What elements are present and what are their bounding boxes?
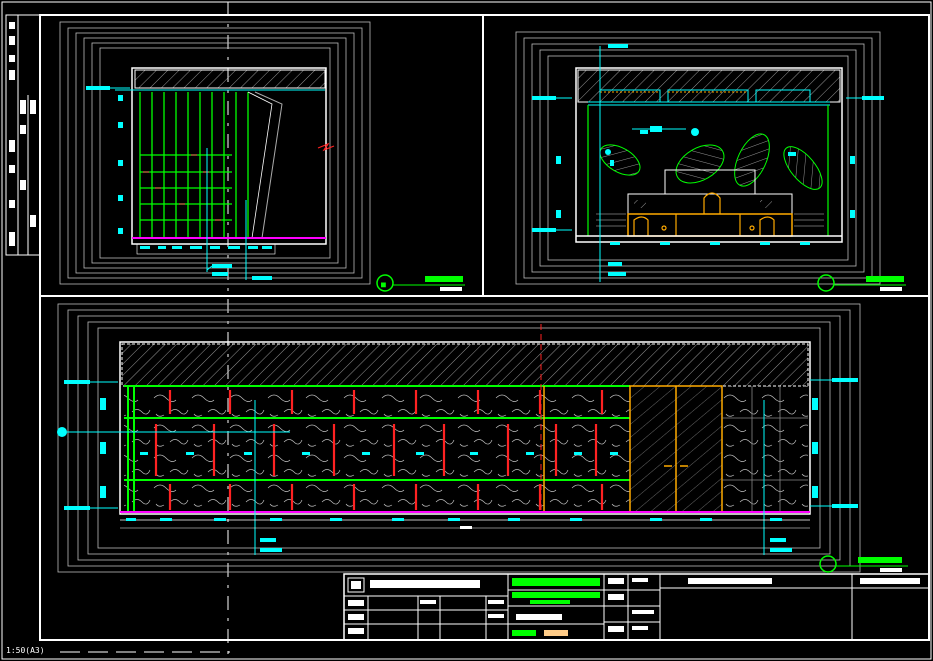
- scale-note: 1:50(A3): [6, 646, 45, 655]
- title-block: [343, 573, 930, 641]
- elevation-view-b: [515, 31, 906, 292]
- elevation-view-a: ■: [59, 21, 465, 292]
- revision-strip: [5, 14, 41, 256]
- svg-text:■: ■: [381, 280, 386, 289]
- elevation-view-c: [57, 303, 908, 573]
- cad-drawing-canvas: ■: [1, 1, 932, 660]
